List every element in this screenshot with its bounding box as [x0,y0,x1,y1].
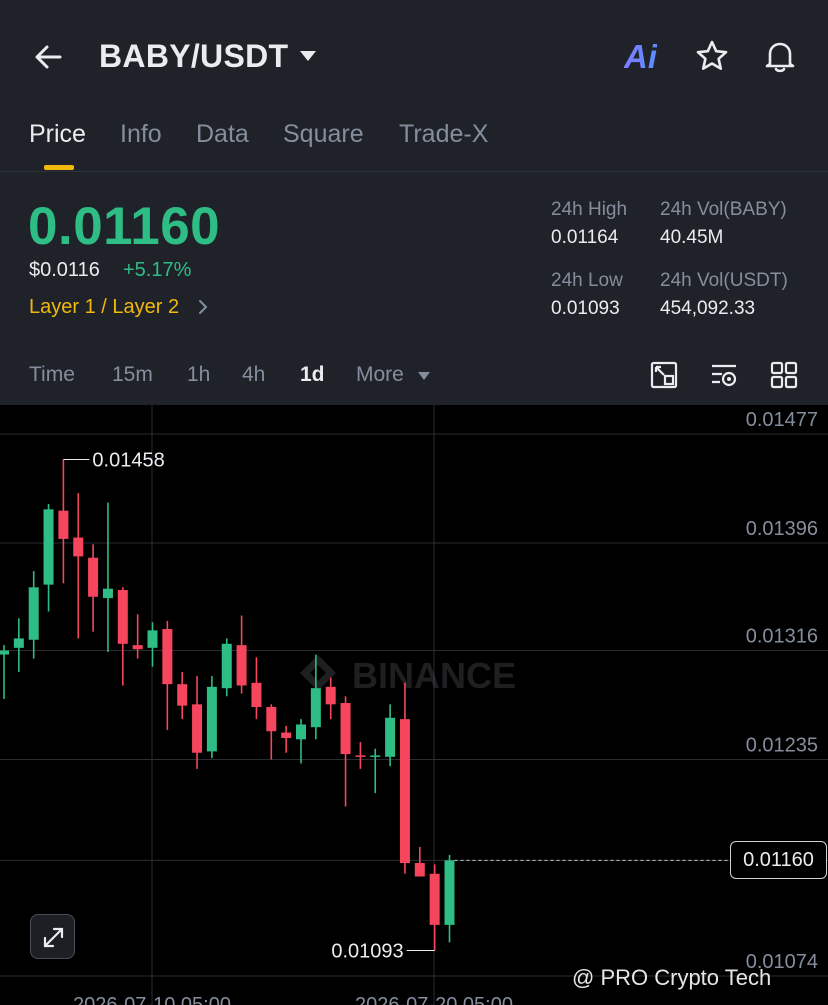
fullscreen-button[interactable] [30,914,75,959]
candle-body [310,688,321,728]
candle-body [28,587,39,640]
candle-body [0,650,9,655]
binance-watermark-text: BINANCE [352,655,516,696]
stat-24h-vol-base-label: 24h Vol(BABY) [660,199,787,220]
candle-body [43,509,54,585]
timeframe-time[interactable]: Time [29,363,75,387]
candle-body [73,537,84,557]
author-watermark: @ PRO Crypto Tech [572,965,772,990]
stat-24h-vol-quote-label: 24h Vol(USDT) [660,270,788,291]
last-price: 0.01160 [28,197,221,256]
tab-bar: Price Info Data Square Trade-X [0,110,828,172]
tab-data[interactable]: Data [196,120,249,149]
candle-body [325,686,336,705]
timeframe-1d[interactable]: 1d [300,363,325,387]
stat-24h-vol-quote-value: 454,092.33 [660,298,756,319]
grid-layout-icon[interactable] [770,361,798,389]
candle-body [117,590,128,644]
indicator-settings-icon[interactable] [710,361,738,389]
caret-down-icon[interactable] [298,49,318,63]
stat-24h-high-label: 24h High [551,199,628,220]
current-price-tag: 0.01160 [730,841,827,880]
y-axis-tick-label: 0.01396 [746,518,818,540]
stat-24h-high-value: 0.01164 [551,227,619,248]
chart-plot-area[interactable]: 0.014770.013960.013160.012350.010742026-… [0,405,828,1005]
x-axis-tick-label: 2026-07-20 05:00 [355,994,513,1005]
candle-body [58,510,69,539]
candle-body [414,863,425,877]
tab-info[interactable]: Info [120,120,162,149]
candle-body [355,755,366,757]
caret-down-icon[interactable] [417,371,431,381]
candle-body [429,873,440,925]
candle-body [399,719,410,864]
candle-body [177,684,188,706]
y-axis-tick-label: 0.01477 [746,409,818,431]
tab-trade-x[interactable]: Trade-X [399,120,488,149]
candle-body [206,686,217,752]
usd-price: $0.0116 [29,259,100,281]
expand-icon [43,927,64,948]
back-arrow-icon[interactable] [30,38,68,76]
bell-icon[interactable] [762,38,798,74]
price-change-percent: +5.17% [123,259,192,281]
candle-body [236,645,247,686]
candle-body [296,724,306,740]
candle-body [132,645,143,650]
candle-body [192,704,203,753]
star-icon[interactable] [694,38,730,74]
y-axis-tick-label: 0.01316 [746,626,818,648]
candle-body [340,702,351,755]
category-tag-link[interactable]: Layer 1 / Layer 2 [29,296,179,319]
timeframe-more[interactable]: More [356,363,404,387]
timeframe-1h[interactable]: 1h [187,363,210,387]
x-axis-tick-label: 2026-07-10 05:00 [73,994,231,1005]
stat-24h-low-label: 24h Low [551,270,623,291]
top-bar: BABY/USDT Ai [0,0,828,110]
candle-body [444,860,455,925]
tab-square[interactable]: Square [283,120,364,149]
chart-resize-icon[interactable] [650,361,678,389]
candle-body [251,682,262,708]
candle-body [385,717,396,757]
stat-24h-vol-base-value: 40.45M [660,227,724,248]
candle-body [88,557,99,597]
min-price-label: 0.01093 [331,940,403,962]
ai-icon[interactable]: Ai [624,38,657,78]
trading-pair-title[interactable]: BABY/USDT [99,38,288,75]
max-price-label: 0.01458 [92,450,164,472]
candle-body [221,643,232,689]
candle-body [147,630,158,648]
candle-body [102,588,113,599]
candle-body [13,638,24,648]
timeframe-15m[interactable]: 15m [112,363,153,387]
chevron-right-icon[interactable] [198,299,208,315]
candlestick-chart[interactable]: 0.01477 0.01396 0.01316 0.01235 0.01074 2026-… [0,405,828,1005]
candle-body [162,629,173,685]
candle-body [281,732,292,738]
active-tab-indicator [44,165,74,170]
tab-price[interactable]: Price [29,120,86,149]
candle-body [370,755,381,757]
candle-body [266,707,277,732]
stat-24h-low-value: 0.01093 [551,298,620,319]
y-axis-tick-label: 0.01235 [746,734,818,756]
timeframe-4h[interactable]: 4h [242,363,265,387]
